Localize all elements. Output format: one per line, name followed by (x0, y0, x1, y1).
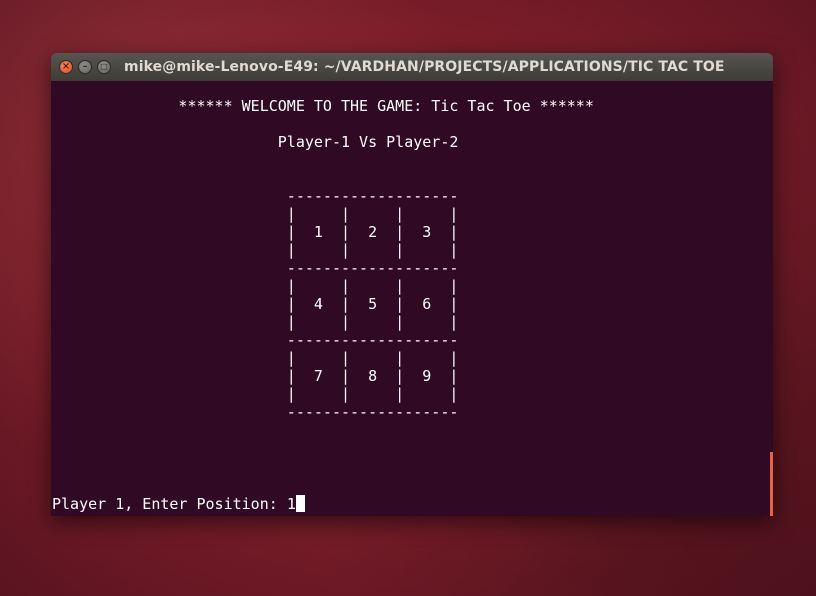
terminal-window[interactable]: × – □ mike@mike-Lenovo-E49: ~/VARDHAN/PR… (51, 53, 773, 516)
terminal-output: ****** WELCOME TO THE GAME: Tic Tac Toe … (178, 97, 594, 421)
input-line[interactable]: Player 1, Enter Position: 1 (52, 495, 305, 513)
window-titlebar[interactable]: × – □ mike@mike-Lenovo-E49: ~/VARDHAN/PR… (51, 53, 773, 82)
close-icon[interactable]: × (59, 60, 73, 74)
window-title: mike@mike-Lenovo-E49: ~/VARDHAN/PROJECTS… (124, 59, 725, 75)
text-cursor (295, 495, 305, 512)
input-prompt: Player 1, Enter Position: (52, 495, 287, 513)
scrollbar-indicator[interactable] (770, 452, 773, 516)
minimize-icon[interactable]: – (78, 60, 92, 74)
input-value[interactable]: 1 (287, 495, 296, 513)
maximize-icon[interactable]: □ (97, 60, 111, 74)
terminal-area[interactable]: ****** WELCOME TO THE GAME: Tic Tac Toe … (51, 81, 773, 516)
